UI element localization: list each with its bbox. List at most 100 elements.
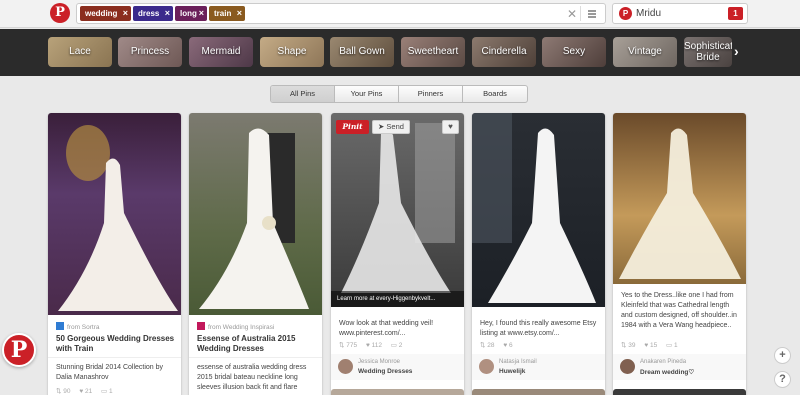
pin-card[interactable]: from Wedding Inspirasi Essense of Austra… bbox=[189, 113, 322, 395]
repin-icon: ⇅ 775 bbox=[339, 342, 358, 349]
pin-image[interactable] bbox=[613, 113, 746, 284]
pinterest-logo-icon[interactable]: P bbox=[50, 3, 70, 23]
user-name: Mridu bbox=[636, 8, 662, 19]
category-shape[interactable]: Shape bbox=[260, 37, 324, 67]
send-button[interactable]: ➤ Send bbox=[372, 120, 410, 134]
add-pin-icon[interactable]: + bbox=[774, 347, 791, 364]
source-icon bbox=[56, 322, 64, 330]
search-token-dress[interactable]: dress × bbox=[133, 6, 173, 21]
category-sexy[interactable]: Sexy bbox=[542, 37, 606, 67]
token-remove-icon[interactable]: × bbox=[123, 6, 128, 21]
wedding-dress-image bbox=[199, 128, 309, 309]
pinterest-logo-icon[interactable]: P bbox=[2, 333, 36, 367]
tab-boards[interactable]: Boards bbox=[463, 86, 527, 102]
pin-card-partial[interactable] bbox=[613, 389, 746, 395]
pinner-name[interactable]: Anakaren Pineda bbox=[640, 359, 686, 365]
category-next-arrow-icon[interactable]: › bbox=[734, 43, 739, 59]
send-label: Send bbox=[386, 122, 404, 131]
like-icon: ♥ 6 bbox=[503, 342, 513, 349]
avatar bbox=[620, 359, 635, 374]
search-token-wedding[interactable]: wedding × bbox=[80, 6, 131, 21]
like-icon: ♥ 112 bbox=[365, 342, 382, 349]
pin-filter-tabs: All Pins Your Pins Pinners Boards bbox=[270, 85, 528, 103]
pin-stats: ⇅ 28 ♥ 6 bbox=[480, 341, 520, 349]
category-lace[interactable]: Lace bbox=[48, 37, 112, 67]
tab-pinners[interactable]: Pinners bbox=[399, 86, 463, 102]
avatar bbox=[479, 359, 494, 374]
pinner-info[interactable]: Jessica Monroe Wedding Dresses bbox=[331, 354, 464, 380]
wedding-veil-image bbox=[341, 123, 455, 293]
category-strip: Lace Princess Mermaid Shape Ball Gown Sw… bbox=[0, 29, 800, 76]
comment-icon: ▭ 2 bbox=[390, 342, 403, 349]
category-cinderella[interactable]: Cinderella bbox=[472, 37, 536, 67]
pin-card-partial[interactable] bbox=[331, 389, 464, 395]
user-avatar-icon: P bbox=[619, 7, 632, 20]
search-box[interactable]: wedding × dress × long × train × ✕ bbox=[76, 3, 606, 24]
pin-card[interactable]: Pinit ➤ Send ♥ Learn more at every-Higge… bbox=[331, 113, 464, 395]
wedding-dress-image bbox=[58, 125, 178, 311]
repin-icon: ⇅ 39 bbox=[621, 342, 636, 349]
pinner-name[interactable]: Natasja Ismail bbox=[499, 359, 537, 365]
user-menu[interactable]: P Mridu 1 bbox=[612, 3, 748, 24]
avatar bbox=[338, 359, 353, 374]
like-heart-icon[interactable]: ♥ bbox=[442, 120, 459, 134]
board-name[interactable]: Huwelijk bbox=[499, 368, 525, 375]
category-mermaid[interactable]: Mermaid bbox=[189, 37, 253, 67]
pinner-info[interactable]: Anakaren Pineda Dream wedding♡ bbox=[613, 354, 746, 380]
divider bbox=[189, 357, 322, 358]
source-label: from Sortra bbox=[67, 324, 100, 331]
pin-description: Stunning Bridal 2014 Collection by Dalia… bbox=[56, 364, 164, 381]
pin-source[interactable]: from Wedding Inspirasi bbox=[197, 322, 274, 331]
pin-description: essense of australia wedding dress 2015 … bbox=[197, 364, 307, 391]
top-header: P wedding × dress × long × train × ✕ P M… bbox=[0, 0, 800, 28]
pin-title[interactable]: 50 Gorgeous Wedding Dresses with Train bbox=[56, 334, 176, 354]
search-token-train[interactable]: train × bbox=[209, 6, 245, 21]
token-remove-icon[interactable]: × bbox=[237, 6, 242, 21]
pin-description: Hey, I found this really awesome Etsy li… bbox=[480, 320, 597, 337]
board-name[interactable]: Dream wedding♡ bbox=[640, 368, 694, 376]
pin-image[interactable] bbox=[48, 113, 181, 315]
pin-card[interactable]: Hey, I found this really awesome Etsy li… bbox=[472, 113, 605, 395]
token-label: long bbox=[180, 9, 197, 18]
pin-image[interactable] bbox=[472, 113, 605, 307]
pin-card-partial[interactable] bbox=[472, 389, 605, 395]
pin-description: Yes to the Dress..like one I had from Kl… bbox=[621, 292, 737, 329]
board-name[interactable]: Wedding Dresses bbox=[358, 368, 412, 375]
repin-icon: ⇅ 90 bbox=[56, 388, 71, 395]
clear-search-icon[interactable]: ✕ bbox=[567, 7, 577, 21]
pin-it-button[interactable]: Pinit bbox=[336, 120, 369, 134]
category-sweetheart[interactable]: Sweetheart bbox=[401, 37, 465, 67]
divider bbox=[48, 357, 181, 358]
token-label: wedding bbox=[85, 9, 118, 18]
pinner-info[interactable]: Natasja Ismail Huwelijk bbox=[472, 354, 605, 380]
tab-all-pins[interactable]: All Pins bbox=[271, 86, 335, 102]
search-token-long[interactable]: long × bbox=[175, 6, 207, 21]
category-princess[interactable]: Princess bbox=[118, 37, 182, 67]
token-label: dress bbox=[138, 9, 160, 18]
search-menu-icon[interactable] bbox=[580, 6, 603, 21]
comment-icon: ▭ 1 bbox=[101, 388, 113, 395]
pinner-name[interactable]: Jessica Monroe bbox=[358, 359, 400, 365]
token-label: train bbox=[214, 9, 232, 18]
learn-more-link[interactable]: Learn more at every-Higgenbykvelt... bbox=[331, 291, 464, 307]
notification-badge[interactable]: 1 bbox=[728, 7, 743, 20]
wedding-dress-image bbox=[472, 113, 596, 303]
token-remove-icon[interactable]: × bbox=[165, 6, 170, 21]
category-sophisticated-bride[interactable]: Sophisticated Bride bbox=[684, 37, 732, 67]
pin-image[interactable] bbox=[189, 113, 322, 315]
pin-image[interactable]: Pinit ➤ Send ♥ Learn more at every-Higge… bbox=[331, 113, 464, 307]
pin-stats: ⇅ 90 ♥ 21 ▭ 1 bbox=[56, 387, 120, 395]
pin-card[interactable]: Yes to the Dress..like one I had from Kl… bbox=[613, 113, 746, 395]
token-remove-icon[interactable]: × bbox=[199, 6, 204, 21]
source-icon bbox=[197, 322, 205, 330]
pin-source[interactable]: from Sortra bbox=[56, 322, 100, 331]
help-icon[interactable]: ? bbox=[774, 371, 791, 388]
pin-card[interactable]: from Sortra 50 Gorgeous Wedding Dresses … bbox=[48, 113, 181, 395]
category-vintage[interactable]: Vintage bbox=[613, 37, 677, 67]
category-ball-gown[interactable]: Ball Gown bbox=[330, 37, 394, 67]
pin-description: Wow look at that wedding veil! www.pinte… bbox=[339, 320, 434, 337]
pin-title[interactable]: Essense of Australia 2015 Wedding Dresse… bbox=[197, 334, 317, 354]
repin-icon: ⇅ 28 bbox=[480, 342, 495, 349]
tab-your-pins[interactable]: Your Pins bbox=[335, 86, 399, 102]
pin-stats: ⇅ 39 ♥ 15 ▭ 1 bbox=[621, 341, 685, 349]
